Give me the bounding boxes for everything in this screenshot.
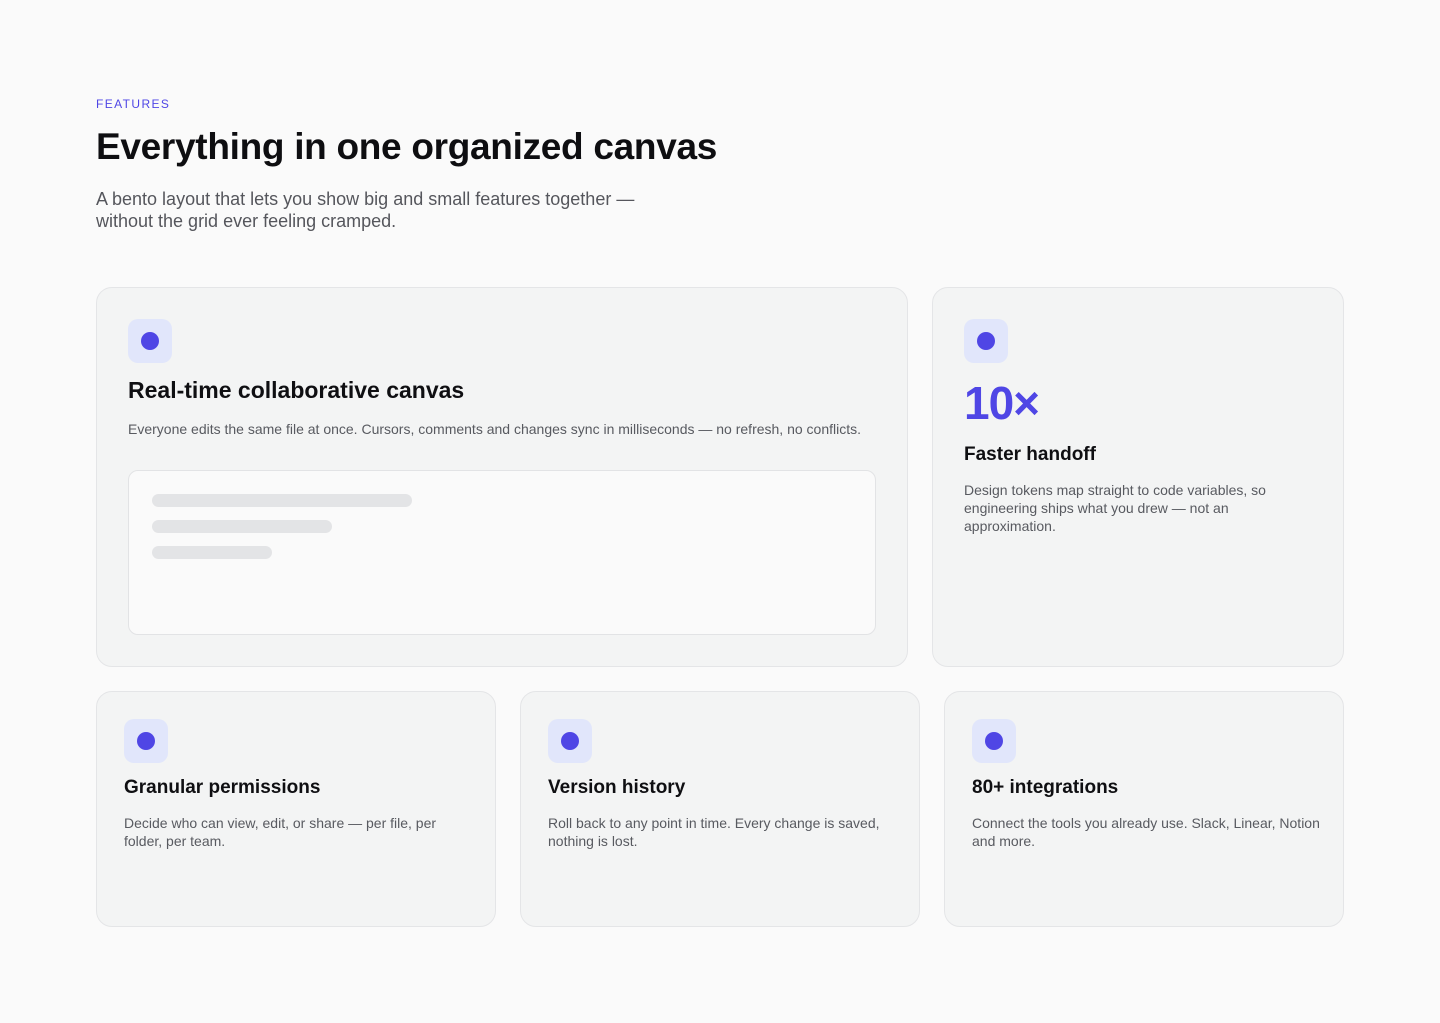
feature-description: Design tokens map straight to code varia… <box>964 482 1266 534</box>
feature-title: Faster handoff <box>964 444 1096 465</box>
feature-title: Real-time collaborative canvas <box>128 377 465 403</box>
feature-card-faster-handoff: 10× Faster handoff Design tokens map str… <box>932 287 1344 667</box>
dot-icon <box>977 332 995 350</box>
dot-icon <box>985 732 1003 750</box>
feature-icon-tile <box>548 719 592 763</box>
section-subtitle: A bento layout that lets you show big an… <box>96 189 635 231</box>
feature-card-version-history: Version history Roll back to any point i… <box>520 691 920 927</box>
feature-icon-tile <box>964 319 1008 363</box>
feature-icon-tile <box>128 319 172 363</box>
feature-description: Everyone edits the same file at once. Cu… <box>128 421 862 437</box>
stat-value: 10× <box>964 377 1040 429</box>
feature-title: Granular permissions <box>124 777 321 798</box>
skeleton-line <box>152 546 272 559</box>
feature-icon-tile <box>972 719 1016 763</box>
dot-icon <box>137 732 155 750</box>
canvas-preview <box>128 470 876 635</box>
section-title: Everything in one organized canvas <box>96 126 718 167</box>
skeleton-line <box>152 494 412 507</box>
dot-icon <box>561 732 579 750</box>
feature-card-collaborative-canvas: Real-time collaborative canvas Everyone … <box>96 287 908 667</box>
dot-icon <box>141 332 159 350</box>
feature-description: Connect the tools you already use. Slack… <box>972 815 1320 849</box>
feature-description: Decide who can view, edit, or share — pe… <box>124 815 437 849</box>
feature-description: Roll back to any point in time. Every ch… <box>548 815 880 849</box>
feature-card-integrations: 80+ integrations Connect the tools you a… <box>944 691 1344 927</box>
feature-icon-tile <box>124 719 168 763</box>
feature-card-granular-permissions: Granular permissions Decide who can view… <box>96 691 496 927</box>
feature-title: Version history <box>548 777 686 798</box>
feature-title: 80+ integrations <box>972 777 1119 798</box>
section-eyebrow: FEATURES <box>96 97 171 111</box>
skeleton-line <box>152 520 332 533</box>
